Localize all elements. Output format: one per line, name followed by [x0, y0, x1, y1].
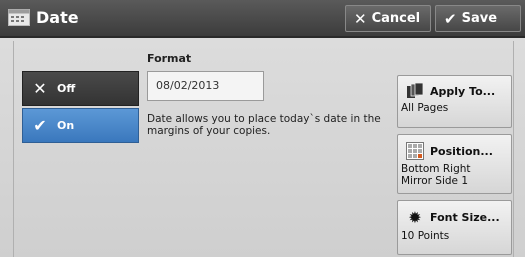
gear-icon: ✹: [408, 208, 422, 227]
format-field[interactable]: 08/02/2013: [147, 71, 264, 101]
position-value-line1: Bottom Right: [401, 163, 471, 175]
apply-to-value: All Pages: [401, 102, 449, 114]
option-off-label: Off: [57, 82, 76, 95]
description-text: Date allows you to place today`s date in…: [147, 113, 381, 137]
format-label: Format: [147, 52, 192, 65]
cancel-button[interactable]: ✕ Cancel: [345, 5, 431, 32]
page-title: Date: [36, 8, 79, 27]
pages-icon: [407, 83, 424, 98]
x-icon: ✕: [33, 79, 47, 98]
calendar-icon: [8, 9, 30, 26]
cancel-label: Cancel: [371, 11, 421, 26]
option-off-button[interactable]: ✕ Off: [22, 71, 139, 106]
title-bar: Date ✕ Cancel ✔ Save: [0, 0, 525, 38]
apply-to-button[interactable]: Apply To... All Pages: [397, 75, 512, 128]
option-on-button[interactable]: ✔ On: [22, 108, 139, 143]
position-button[interactable]: Position... Bottom Right Mirror Side 1: [397, 134, 512, 194]
font-size-value: 10 Points: [401, 230, 450, 242]
position-label: Position...: [430, 144, 493, 158]
apply-to-label: Apply To...: [430, 84, 496, 98]
grid-position-icon: [406, 142, 424, 160]
font-size-button[interactable]: ✹ Font Size... 10 Points: [397, 200, 512, 255]
font-size-label: Font Size...: [430, 211, 500, 224]
option-on-label: On: [57, 119, 75, 132]
save-button[interactable]: ✔ Save: [435, 5, 521, 32]
check-icon: ✔: [33, 116, 47, 135]
position-value-line2: Mirror Side 1: [401, 175, 468, 187]
save-label: Save: [461, 11, 498, 26]
x-icon: ✕: [354, 9, 367, 28]
check-icon: ✔: [444, 9, 457, 28]
